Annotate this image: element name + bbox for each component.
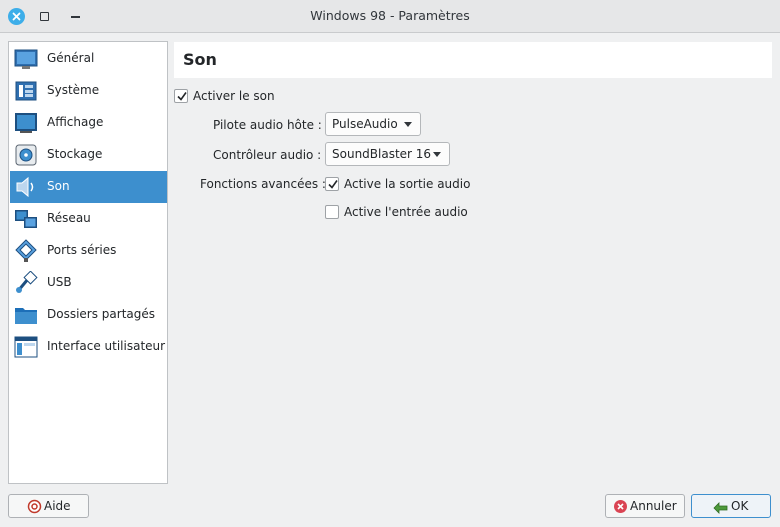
sidebar-item-label: USB (47, 275, 72, 289)
ok-button[interactable]: OK (691, 494, 771, 518)
sidebar-item-storage[interactable]: Stockage (10, 139, 167, 171)
title-bar: Windows 98 - Paramètres (0, 0, 780, 33)
sidebar-item-serial-ports[interactable]: Ports séries (10, 235, 167, 267)
help-button[interactable]: Aide (8, 494, 89, 518)
shared-folders-icon (14, 303, 38, 327)
host-driver-value: PulseAudio (332, 117, 398, 131)
display-icon (14, 111, 38, 135)
user-interface-icon (14, 335, 38, 359)
audio-input-checkbox[interactable] (325, 205, 339, 219)
sidebar-item-label: Général (47, 51, 95, 65)
sidebar-item-label: Réseau (47, 211, 91, 225)
sidebar-item-label: Ports séries (47, 243, 117, 257)
sidebar-item-network[interactable]: Réseau (10, 203, 167, 235)
sidebar-item-label: Affichage (47, 115, 104, 129)
window-title: Windows 98 - Paramètres (310, 8, 470, 23)
sidebar-item-general[interactable]: Général (10, 43, 167, 75)
ok-button-label: OK (731, 499, 749, 513)
sidebar-item-usb[interactable]: USB (10, 267, 167, 299)
usb-icon (14, 270, 38, 295)
cancel-button[interactable]: Annuler (605, 494, 685, 518)
sidebar-item-label: Interface utilisateur (47, 339, 166, 353)
host-driver-select[interactable]: PulseAudio (325, 112, 421, 136)
sidebar-item-sound[interactable]: Son (10, 171, 167, 203)
sidebar-item-user-interface[interactable]: Interface utilisateur (10, 331, 167, 363)
controller-label: Contrôleur audio : (213, 148, 322, 162)
sidebar-item-label: Stockage (47, 147, 103, 161)
sidebar-item-display[interactable]: Affichage (10, 107, 167, 139)
page-header: Son (174, 42, 772, 78)
chevron-down-icon (433, 152, 441, 157)
sidebar-item-shared-folders[interactable]: Dossiers partagés (10, 299, 167, 331)
sidebar-item-label: Système (47, 83, 100, 97)
help-button-label: Aide (44, 499, 71, 513)
controller-select[interactable]: SoundBlaster 16 (325, 142, 450, 166)
sidebar-item-system[interactable]: Système (10, 75, 167, 107)
page-title: Son (183, 50, 217, 69)
audio-output-label[interactable]: Active la sortie audio (344, 177, 470, 191)
cancel-button-label: Annuler (630, 499, 677, 513)
serial-ports-icon (14, 239, 38, 263)
storage-icon (14, 143, 38, 167)
settings-sidebar: Général Système Affichage Stockage Son R… (8, 41, 168, 484)
network-icon (14, 207, 38, 231)
enable-audio-checkbox[interactable] (174, 89, 188, 103)
help-icon (27, 499, 42, 514)
sound-icon (14, 175, 38, 199)
controller-value: SoundBlaster 16 (332, 147, 432, 161)
chevron-down-icon (404, 122, 412, 127)
host-driver-label: Pilote audio hôte : (213, 118, 322, 132)
general-icon (14, 47, 38, 71)
cancel-icon (613, 499, 628, 514)
advanced-features-label: Fonctions avancées : (200, 177, 326, 191)
enable-audio-label[interactable]: Activer le son (193, 89, 275, 103)
audio-input-label[interactable]: Active l'entrée audio (344, 205, 468, 219)
ok-icon (713, 499, 728, 514)
sidebar-item-label: Son (47, 179, 70, 193)
audio-output-checkbox[interactable] (325, 177, 339, 191)
sidebar-item-label: Dossiers partagés (47, 307, 156, 321)
system-icon (14, 79, 38, 103)
